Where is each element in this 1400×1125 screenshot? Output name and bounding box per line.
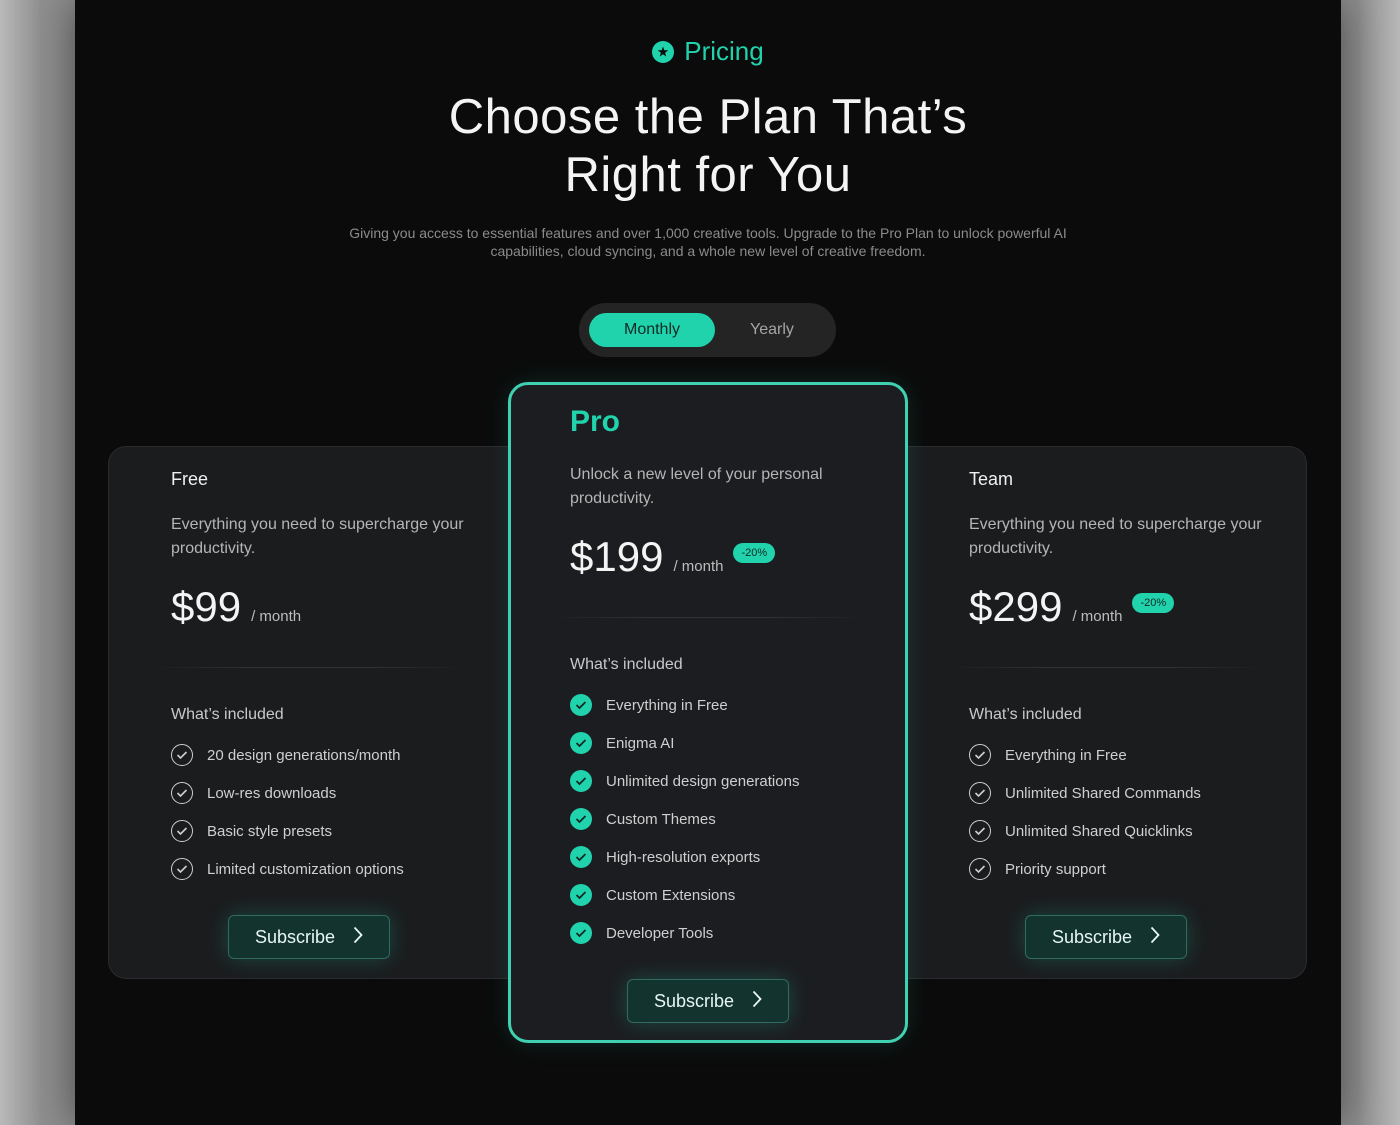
subscribe-button-team[interactable]: Subscribe [1025, 915, 1187, 959]
included-heading: What’s included [570, 656, 683, 673]
subscribe-button-free[interactable]: Subscribe [228, 915, 390, 959]
check-circle-icon [171, 744, 193, 766]
feature-item: Developer Tools [570, 914, 799, 952]
feature-item: Everything in Free [570, 686, 799, 724]
plan-description: Everything you need to supercharge your … [969, 516, 1262, 557]
price-period: / month [673, 558, 724, 575]
subscribe-label: Subscribe [1051, 926, 1133, 947]
feature-label: Developer Tools [606, 924, 714, 942]
feature-item: Custom Themes [570, 800, 799, 838]
feature-item: Low-res downloads [171, 774, 404, 812]
plan-description: Unlock a new level of your personal prod… [570, 466, 823, 507]
plan-price: $99 [171, 583, 242, 630]
check-circle-icon [171, 858, 193, 880]
subscribe-button-pro[interactable]: Subscribe [627, 979, 789, 1023]
check-circle-icon [969, 744, 991, 766]
check-circle-icon [969, 858, 991, 880]
check-circle-filled-icon [570, 884, 592, 906]
pricing-page: Pricing Choose the Plan That’s Right for… [75, 0, 1341, 1125]
feature-item: Custom Extensions [570, 876, 799, 914]
plan-card-pro: Pro Unlock a new level of your personal … [508, 382, 908, 1043]
feature-label: Custom Extensions [606, 886, 736, 904]
feature-label: Unlimited Shared Quicklinks [1005, 822, 1193, 840]
plan-name: Team [969, 469, 1014, 489]
feature-item: 20 design generations/month [171, 736, 404, 774]
feature-label: Enigma AI [606, 734, 675, 752]
chevron-right-icon [752, 990, 762, 1013]
price-period: / month [1072, 608, 1123, 625]
subscribe-label: Subscribe [254, 926, 336, 947]
check-circle-filled-icon [570, 694, 592, 716]
feature-item: Unlimited Shared Commands [969, 774, 1201, 812]
feature-item: Basic style presets [171, 812, 404, 850]
divider [947, 667, 1267, 668]
eyebrow-label: Pricing [684, 36, 764, 66]
feature-item: Limited customization options [171, 850, 404, 888]
check-circle-filled-icon [570, 808, 592, 830]
pricing-eyebrow: Pricing [75, 36, 1341, 67]
feature-item: Unlimited design generations [570, 762, 799, 800]
feature-list: Everything in Free Unlimited Shared Comm… [969, 736, 1201, 888]
plan-name: Free [171, 469, 209, 489]
feature-label: Unlimited Shared Commands [1005, 784, 1201, 802]
billing-toggle: Monthly Yearly [579, 303, 836, 357]
feature-label: High-resolution exports [606, 848, 761, 866]
check-circle-filled-icon [570, 732, 592, 754]
feature-label: 20 design generations/month [207, 746, 401, 764]
feature-item: Unlimited Shared Quicklinks [969, 812, 1201, 850]
feature-item: Everything in Free [969, 736, 1201, 774]
price-period: / month [251, 608, 302, 625]
check-circle-filled-icon [570, 846, 592, 868]
feature-label: Limited customization options [207, 860, 404, 878]
included-heading: What’s included [969, 706, 1082, 723]
feature-label: Priority support [1005, 860, 1106, 878]
title-line-1: Choose the Plan That’s [448, 90, 968, 144]
feature-label: Basic style presets [207, 822, 333, 840]
billing-option-monthly[interactable]: Monthly [589, 313, 715, 347]
chevron-right-icon [1150, 926, 1160, 949]
discount-badge: -20% [1132, 593, 1175, 613]
feature-list: Everything in Free Enigma AI Unlimited d… [570, 686, 799, 952]
check-circle-filled-icon [570, 922, 592, 944]
billing-option-yearly[interactable]: Yearly [719, 313, 825, 347]
feature-item: Priority support [969, 850, 1201, 888]
price-row: $199 / month -20% [570, 533, 776, 581]
feature-label: Unlimited design generations [606, 772, 800, 790]
plan-description: Everything you need to supercharge your … [171, 516, 464, 557]
discount-badge: -20% [733, 543, 776, 563]
check-circle-filled-icon [570, 770, 592, 792]
check-circle-icon [969, 782, 991, 804]
plan-price: $299 [969, 583, 1063, 630]
plan-price: $199 [570, 533, 664, 580]
subscribe-label: Subscribe [653, 990, 735, 1011]
feature-label: Custom Themes [606, 810, 716, 828]
title-line-2: Right for You [564, 148, 852, 202]
feature-list: 20 design generations/month Low-res down… [171, 736, 404, 888]
feature-label: Low-res downloads [207, 784, 337, 802]
check-circle-icon [171, 820, 193, 842]
chevron-right-icon [353, 926, 363, 949]
included-heading: What’s included [171, 706, 284, 723]
feature-item: Enigma AI [570, 724, 799, 762]
page-title: Choose the Plan That’s Right for You [75, 88, 1341, 204]
price-row: $299 / month -20% [969, 583, 1175, 631]
plan-card-team: Team Everything you need to supercharge … [887, 446, 1307, 979]
check-circle-icon [171, 782, 193, 804]
divider [149, 667, 469, 668]
divider [547, 617, 869, 618]
page-subtitle: Giving you access to essential features … [349, 225, 1067, 259]
star-badge-icon [652, 40, 675, 63]
check-circle-icon [969, 820, 991, 842]
feature-label: Everything in Free [1005, 746, 1127, 764]
price-row: $99 / month [171, 583, 301, 631]
plan-name: Pro [570, 405, 621, 438]
feature-item: High-resolution exports [570, 838, 799, 876]
plan-card-free: Free Everything you need to supercharge … [108, 446, 528, 979]
feature-label: Everything in Free [606, 696, 728, 714]
